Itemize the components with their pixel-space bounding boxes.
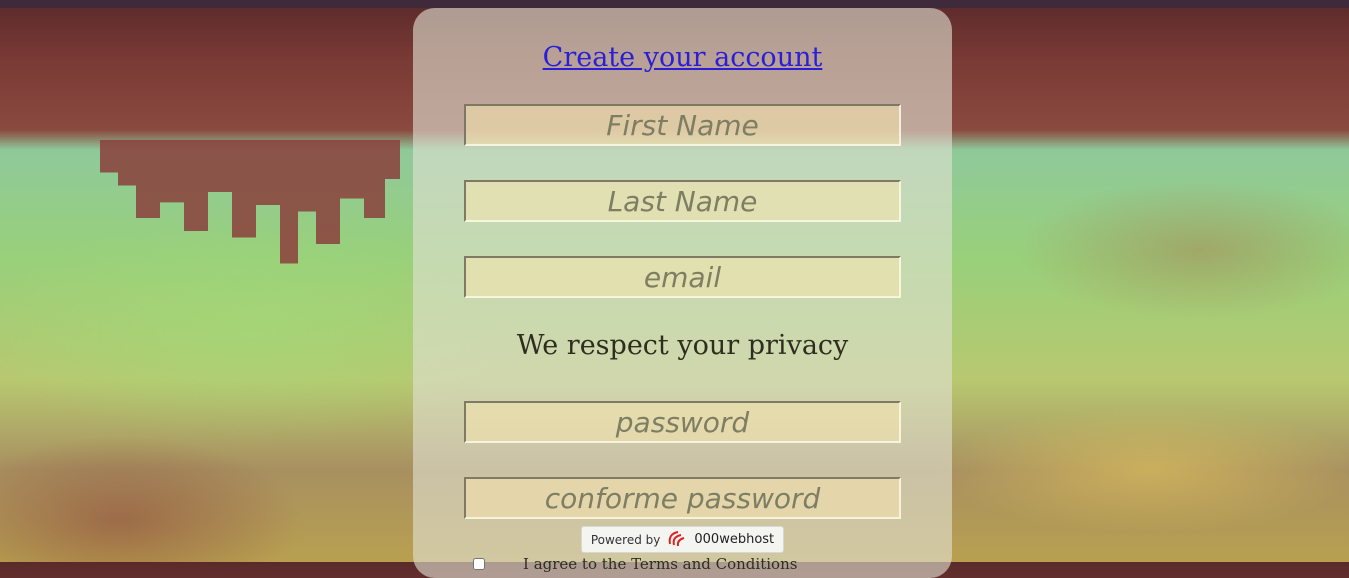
- brand-name: 000webhost: [694, 532, 775, 547]
- terms-checkbox[interactable]: [473, 558, 485, 570]
- password-input[interactable]: [464, 401, 901, 443]
- terms-row: I agree to the Terms and Conditions: [473, 554, 797, 574]
- email-input[interactable]: [464, 256, 901, 298]
- signup-card: Create your account We respect your priv…: [413, 8, 952, 578]
- first-name-input[interactable]: [464, 104, 901, 146]
- privacy-text: We respect your privacy: [516, 330, 849, 361]
- create-account-link[interactable]: Create your account: [413, 42, 952, 73]
- terms-label: I agree to the Terms and Conditions: [523, 555, 798, 573]
- 000webhost-logo-icon: [666, 528, 688, 552]
- background-skyline: [100, 140, 400, 264]
- last-name-input[interactable]: [464, 180, 901, 222]
- powered-by-label: Powered by: [590, 532, 661, 547]
- powered-by-badge[interactable]: Powered by 000webhost: [581, 526, 784, 553]
- confirm-password-input[interactable]: [464, 477, 901, 519]
- top-bar: [0, 0, 1349, 8]
